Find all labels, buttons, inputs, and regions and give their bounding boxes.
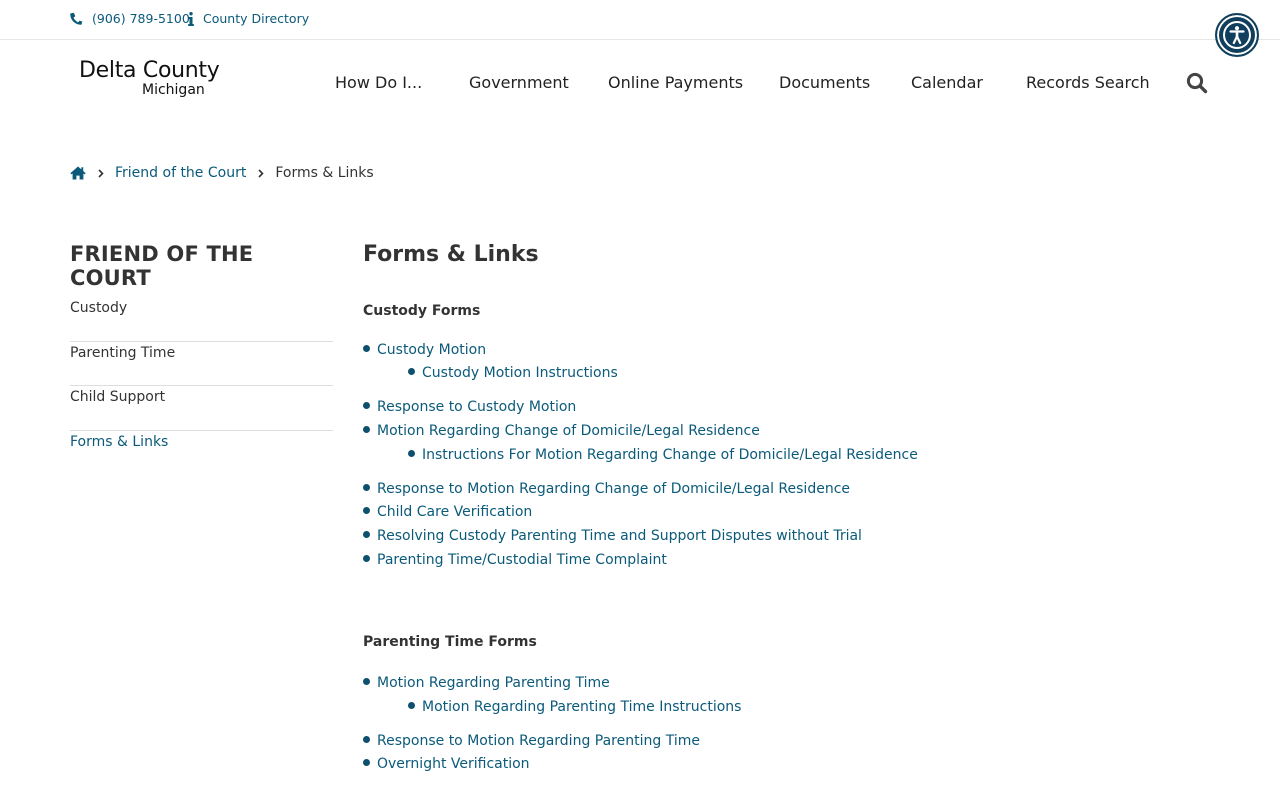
- home-link[interactable]: [70, 166, 86, 180]
- county-directory-label: County Directory: [203, 11, 310, 26]
- info-icon: [188, 11, 194, 26]
- nav-documents[interactable]: Documents: [779, 73, 870, 92]
- parenting-time-forms-list: Motion Regarding Parenting Time Motion R…: [363, 674, 1223, 773]
- section-title-custody-forms: Custody Forms: [363, 303, 481, 319]
- sidebar-item-child-support[interactable]: Child Support: [70, 386, 333, 431]
- list-item-link[interactable]: Parenting Time/Custodial Time Complaint: [363, 551, 1223, 569]
- breadcrumb: Friend of the Court Forms & Links: [70, 165, 374, 181]
- utility-bar: (906) 789-5100 County Directory: [0, 0, 1280, 40]
- list-item-link[interactable]: Motion Regarding Change of Domicile/Lega…: [363, 422, 1223, 440]
- sidebar-nav: Custody Parenting Time Child Support For…: [70, 297, 333, 475]
- breadcrumb-friend-of-the-court[interactable]: Friend of the Court: [115, 165, 246, 181]
- breadcrumb-current: Forms & Links: [275, 165, 374, 181]
- search-icon: [1186, 72, 1208, 94]
- custody-forms-list: Custody Motion Custody Motion Instructio…: [363, 341, 1223, 569]
- list-item-link[interactable]: Overnight Verification: [363, 755, 1223, 773]
- sidebar-item-custody[interactable]: Custody: [70, 297, 333, 342]
- list-item-link[interactable]: Response to Custody Motion: [363, 398, 1223, 416]
- search-button[interactable]: [1186, 72, 1208, 98]
- list-item-link[interactable]: Motion Regarding Parenting Time: [363, 674, 1223, 692]
- chevron-right-icon: [98, 168, 104, 178]
- list-item-link[interactable]: Resolving Custody Parenting Time and Sup…: [363, 527, 1223, 545]
- list-item-link[interactable]: Response to Motion Regarding Change of D…: [363, 480, 1223, 498]
- sidebar: FRIEND OF THE COURT Custody Parenting Ti…: [70, 242, 333, 475]
- accessibility-icon: [1223, 21, 1251, 49]
- phone-link[interactable]: (906) 789-5100: [70, 11, 190, 26]
- accessibility-button[interactable]: [1215, 13, 1259, 57]
- section-title-parenting-time-forms: Parenting Time Forms: [363, 634, 537, 650]
- list-item-link[interactable]: Child Care Verification: [363, 503, 1223, 521]
- page-title: Forms & Links: [363, 242, 539, 267]
- list-item-link[interactable]: Instructions For Motion Regarding Change…: [408, 446, 1223, 464]
- nav-calendar[interactable]: Calendar: [911, 73, 983, 92]
- phone-number: (906) 789-5100: [92, 11, 190, 26]
- home-icon: [70, 166, 86, 180]
- phone-icon: [70, 12, 83, 25]
- nav-records-search[interactable]: Records Search: [1026, 73, 1150, 92]
- list-item-link[interactable]: Response to Motion Regarding Parenting T…: [363, 732, 1223, 750]
- nav-how-do-i[interactable]: How Do I...: [335, 73, 422, 92]
- nav-online-payments[interactable]: Online Payments: [608, 73, 743, 92]
- chevron-right-icon: [258, 168, 264, 178]
- county-directory-link[interactable]: County Directory: [188, 11, 309, 26]
- nav-government[interactable]: Government: [469, 73, 569, 92]
- logo-title: Delta County: [79, 58, 220, 83]
- sidebar-item-parenting-time[interactable]: Parenting Time: [70, 342, 333, 386]
- list-item-link[interactable]: Custody Motion: [363, 341, 1223, 359]
- sidebar-title: FRIEND OF THE COURT: [70, 242, 254, 290]
- logo-subtitle: Michigan: [142, 82, 205, 98]
- site-logo[interactable]: Delta County Michigan: [79, 58, 229, 98]
- list-item-link[interactable]: Custody Motion Instructions: [408, 364, 1223, 382]
- list-item-link[interactable]: Motion Regarding Parenting Time Instruct…: [408, 698, 1223, 716]
- main-content: Forms & Links Custody Forms Custody Moti…: [363, 242, 1223, 773]
- sidebar-item-forms-links[interactable]: Forms & Links: [70, 431, 333, 476]
